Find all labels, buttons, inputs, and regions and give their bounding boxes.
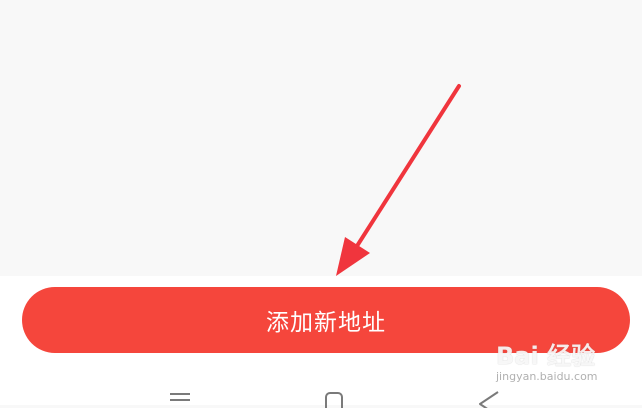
- back-icon[interactable]: [470, 388, 510, 408]
- system-navigation-bar: [0, 378, 642, 408]
- home-icon[interactable]: [314, 388, 354, 408]
- address-list-area: [0, 0, 642, 276]
- add-new-address-button[interactable]: 添加新地址: [22, 287, 630, 353]
- menu-icon[interactable]: [160, 388, 200, 408]
